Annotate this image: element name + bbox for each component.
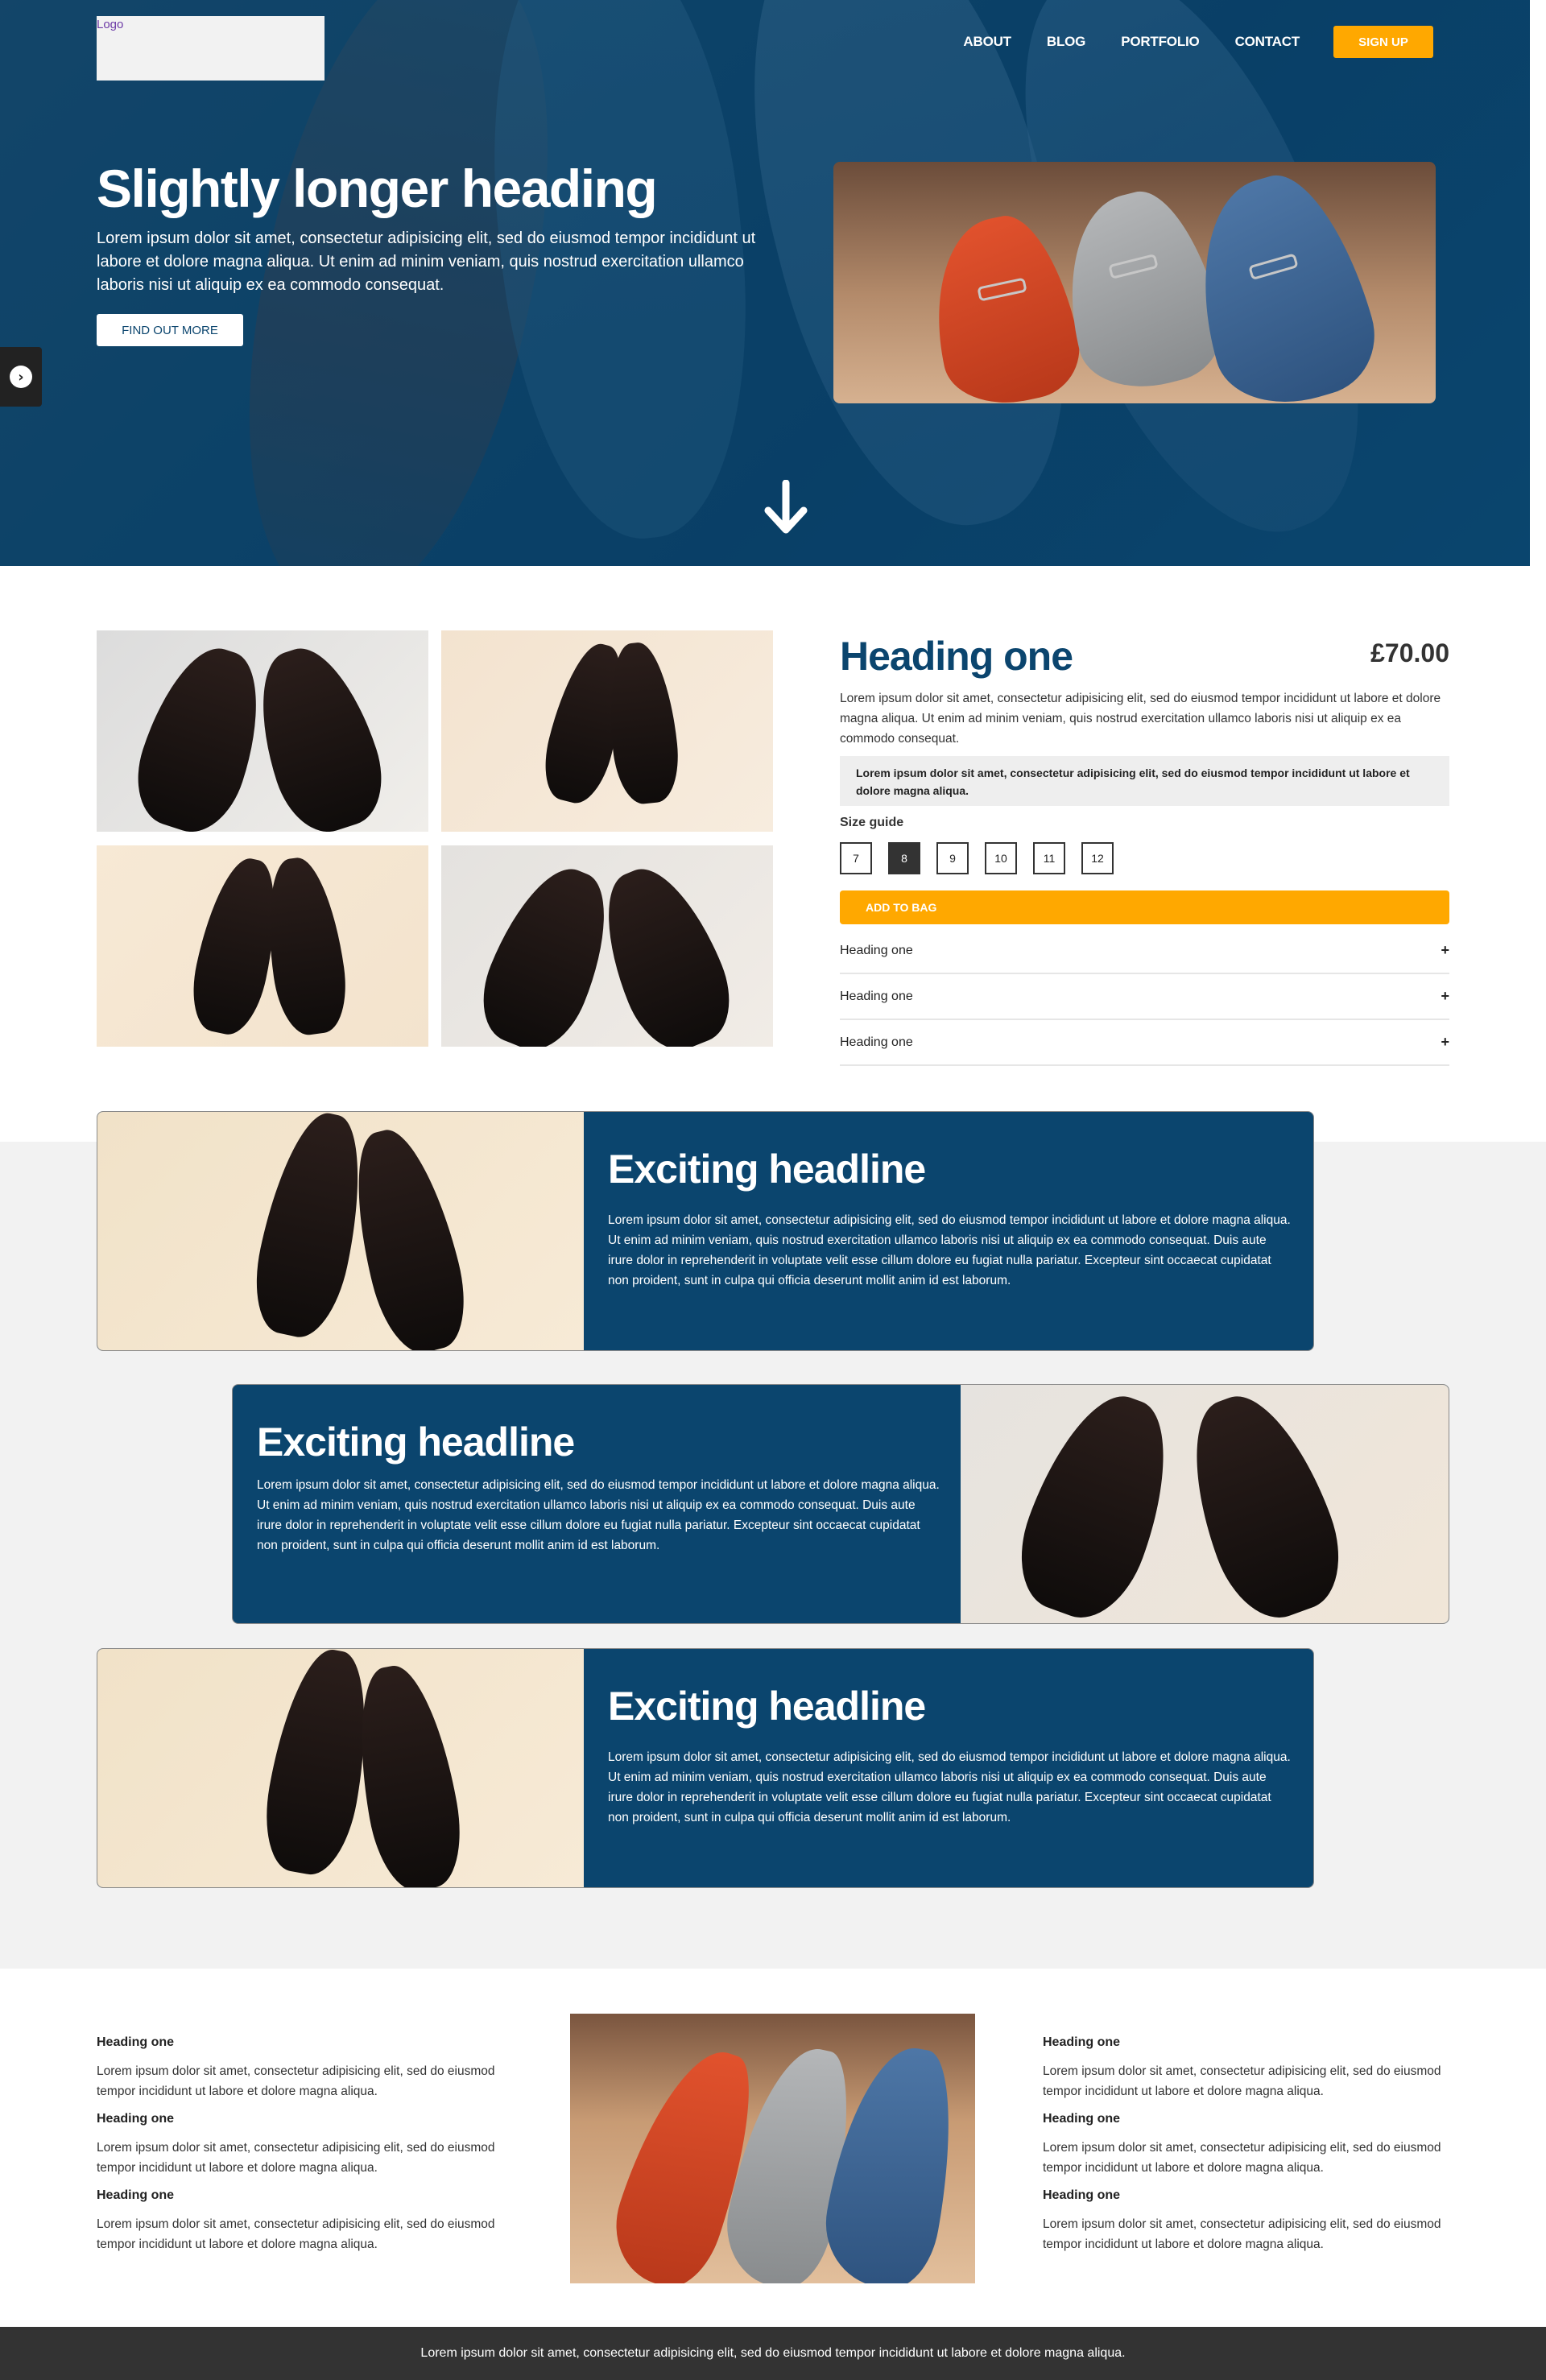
accordion-title: Heading one bbox=[840, 989, 913, 1003]
size-option[interactable]: 12 bbox=[1081, 842, 1114, 874]
hero-image-loafers bbox=[833, 162, 1436, 403]
chevron-right-circle-icon: › bbox=[10, 366, 32, 388]
accordion-item[interactable]: Heading one + bbox=[840, 974, 1449, 1020]
feature-headline: Exciting headline bbox=[608, 1147, 926, 1192]
bottom-image-loafers bbox=[570, 2014, 975, 2283]
red-loafer bbox=[916, 205, 1089, 403]
plus-icon: + bbox=[1441, 988, 1449, 1004]
footer-text: Lorem ipsum dolor sit amet, consectetur … bbox=[420, 2346, 1126, 2360]
product-description: Lorem ipsum dolor sit amet, consectetur … bbox=[840, 692, 1441, 746]
accordion-title: Heading one bbox=[840, 943, 913, 957]
main-nav: ABOUT BLOG PORTFOLIO CONTACT SIGN UP bbox=[928, 26, 1433, 58]
size-option[interactable]: 10 bbox=[985, 842, 1017, 874]
nav-portfolio[interactable]: PORTFOLIO bbox=[1121, 34, 1200, 50]
feature-image bbox=[961, 1385, 1449, 1623]
info-text: Lorem ipsum dolor sit amet, consectetur … bbox=[1043, 2141, 1441, 2175]
side-tab[interactable]: › bbox=[0, 347, 42, 407]
nav-about[interactable]: ABOUT bbox=[963, 34, 1011, 50]
feature-image bbox=[97, 1112, 584, 1350]
product-image[interactable] bbox=[97, 845, 428, 1047]
info-heading: Heading one bbox=[97, 2188, 175, 2202]
info-text: Lorem ipsum dolor sit amet, consectetur … bbox=[1043, 2064, 1441, 2098]
size-option[interactable]: 9 bbox=[936, 842, 969, 874]
signup-button[interactable]: SIGN UP bbox=[1333, 26, 1433, 58]
size-guide-label[interactable]: Size guide bbox=[840, 816, 903, 830]
product-note: Lorem ipsum dolor sit amet, consectetur … bbox=[840, 756, 1449, 806]
hero-title: Slightly longer heading bbox=[97, 159, 658, 218]
info-text: Lorem ipsum dolor sit amet, consectetur … bbox=[97, 2141, 495, 2175]
logo[interactable]: Logo bbox=[97, 16, 324, 81]
product-image[interactable] bbox=[441, 845, 773, 1047]
footer: Lorem ipsum dolor sit amet, consectetur … bbox=[0, 2327, 1546, 2380]
feature-text: Lorem ipsum dolor sit amet, consectetur … bbox=[608, 1213, 1291, 1287]
feature-image bbox=[97, 1649, 584, 1887]
feature-headline: Exciting headline bbox=[257, 1419, 575, 1465]
info-heading: Heading one bbox=[97, 2035, 175, 2049]
product-title: Heading one bbox=[840, 634, 1073, 679]
info-text: Lorem ipsum dolor sit amet, consectetur … bbox=[97, 2064, 495, 2098]
feature-card: Exciting headline Lorem ipsum dolor sit … bbox=[97, 1648, 1314, 1888]
size-option[interactable]: 11 bbox=[1033, 842, 1065, 874]
plus-icon: + bbox=[1441, 1034, 1449, 1050]
nav-blog[interactable]: BLOG bbox=[1047, 34, 1086, 50]
info-heading: Heading one bbox=[1043, 2188, 1121, 2202]
info-text: Lorem ipsum dolor sit amet, consectetur … bbox=[1043, 2217, 1441, 2251]
size-option[interactable]: 7 bbox=[840, 842, 872, 874]
feature-text: Lorem ipsum dolor sit amet, consectetur … bbox=[257, 1478, 940, 1552]
find-out-more-button[interactable]: FIND OUT MORE bbox=[97, 314, 243, 346]
product-image[interactable] bbox=[441, 630, 773, 832]
accordion-item[interactable]: Heading one + bbox=[840, 928, 1449, 974]
nav-contact[interactable]: CONTACT bbox=[1235, 34, 1300, 50]
feature-card: Exciting headline Lorem ipsum dolor sit … bbox=[97, 1111, 1314, 1351]
info-text: Lorem ipsum dolor sit amet, consectetur … bbox=[97, 2217, 495, 2251]
info-heading: Heading one bbox=[97, 2112, 175, 2126]
info-heading: Heading one bbox=[1043, 2112, 1121, 2126]
add-to-bag-button[interactable]: ADD TO BAG bbox=[840, 890, 1449, 924]
hero-text: Lorem ipsum dolor sit amet, consectetur … bbox=[97, 229, 756, 294]
accordion-item[interactable]: Heading one + bbox=[840, 1020, 1449, 1066]
product-price: £70.00 bbox=[1370, 638, 1449, 667]
feature-headline: Exciting headline bbox=[608, 1684, 926, 1729]
product-image[interactable] bbox=[97, 630, 428, 832]
size-option-selected[interactable]: 8 bbox=[888, 842, 920, 874]
logo-text: Logo bbox=[97, 18, 124, 31]
plus-icon: + bbox=[1441, 942, 1449, 958]
accordion-title: Heading one bbox=[840, 1035, 913, 1049]
hero-section: Logo ABOUT BLOG PORTFOLIO CONTACT SIGN U… bbox=[0, 0, 1530, 566]
size-selector: 7 8 9 10 11 12 bbox=[840, 842, 1130, 874]
arrow-down-icon[interactable] bbox=[763, 480, 808, 536]
feature-card: Exciting headline Lorem ipsum dolor sit … bbox=[232, 1384, 1449, 1624]
feature-text: Lorem ipsum dolor sit amet, consectetur … bbox=[608, 1750, 1291, 1824]
info-heading: Heading one bbox=[1043, 2035, 1121, 2049]
